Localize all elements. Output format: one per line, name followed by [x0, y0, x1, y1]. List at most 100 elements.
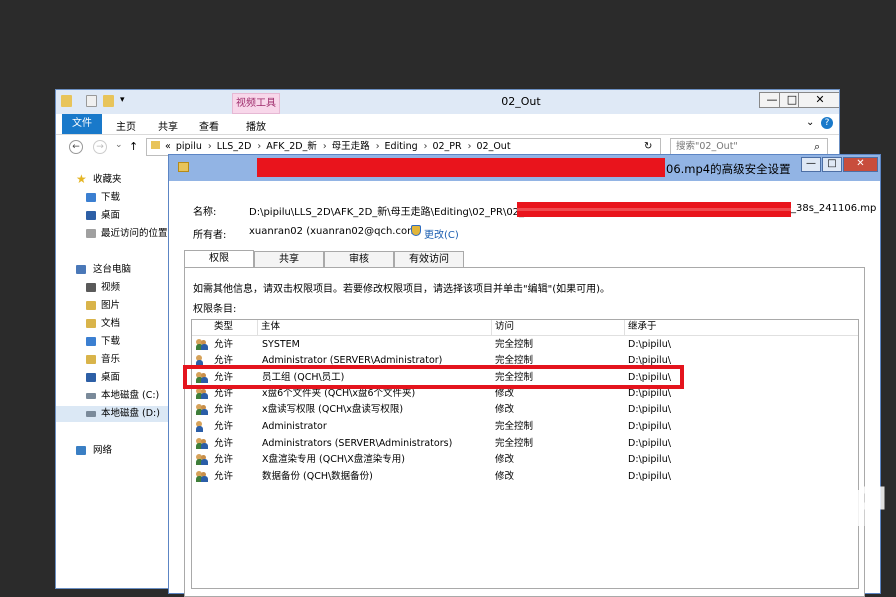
back-button[interactable]: ←	[69, 140, 83, 154]
cell-inherited: D:\pipilu\	[628, 438, 671, 449]
breadcrumb-separator[interactable]: ›	[468, 141, 472, 152]
address-prefix: «	[165, 141, 171, 152]
table-row[interactable]: 允许 SYSTEM 完全控制 D:\pipilu\	[192, 337, 858, 353]
ribbon-tab-bar: 文件 主页 共享 查看 播放 ⌄ ?	[56, 114, 839, 135]
cell-access: 修改	[495, 454, 515, 465]
cell-inherited: D:\pipilu\	[628, 421, 671, 432]
tab-share[interactable]: 共享	[158, 118, 178, 133]
nav-item-recent[interactable]: 最近访问的位置	[56, 226, 169, 242]
table-row[interactable]: 允许 数据备份 (QCH\数据备份) 修改 D:\pipilu\	[192, 469, 858, 485]
table-row[interactable]: 允许 Administrator 完全控制 D:\pipilu\	[192, 419, 858, 435]
breadcrumb-segment[interactable]: AFK_2D_新	[266, 141, 317, 152]
nav-label: 本地磁盘 (D:)	[101, 408, 160, 419]
nav-this-pc[interactable]: 这台电脑	[56, 262, 169, 278]
breadcrumb-separator[interactable]: ›	[424, 141, 428, 152]
explorer-close-button[interactable]: ✕	[798, 92, 839, 108]
cell-inherited: D:\pipilu\	[628, 339, 671, 350]
breadcrumb-segment[interactable]: 母王走路	[332, 141, 370, 152]
download-folder-icon	[86, 193, 96, 202]
documents-folder-icon	[86, 319, 96, 328]
column-header-access[interactable]: 访问	[492, 320, 625, 335]
explorer-titlebar[interactable]: ▾ 视频工具 02_Out — □ ✕	[56, 90, 839, 114]
nav-item-videos[interactable]: 视频	[56, 280, 169, 296]
nav-item-desktop[interactable]: 桌面	[56, 208, 169, 224]
dialog-maximize-button[interactable]: □	[822, 157, 842, 172]
column-header-inherited[interactable]: 继承于	[625, 320, 858, 335]
tab-effective-access[interactable]: 有效访问	[394, 251, 464, 267]
nav-label: 这台电脑	[93, 264, 132, 275]
tab-audit[interactable]: 审核	[324, 251, 394, 267]
breadcrumb-separator[interactable]: ›	[257, 141, 261, 152]
tab-permissions[interactable]: 权限	[184, 250, 254, 267]
nav-item-pc-downloads[interactable]: 下载	[56, 334, 169, 350]
redacted-filename	[257, 158, 665, 177]
search-icon[interactable]: ⌕	[814, 140, 820, 154]
breadcrumb-segment[interactable]: pipilu	[176, 141, 202, 152]
nav-favorites[interactable]: ★ 收藏夹	[56, 172, 169, 188]
chiphell-logo	[795, 474, 885, 574]
instruction-text: 如需其他信息，请双击权限项目。若要修改权限项目，请选择该项目并单击"编辑"(如果…	[193, 284, 611, 295]
recent-places-icon	[86, 229, 96, 238]
breadcrumb-separator[interactable]: ›	[376, 141, 380, 152]
forward-button[interactable]: →	[93, 140, 107, 154]
nav-label: 桌面	[101, 210, 121, 221]
breadcrumb-separator[interactable]: ›	[208, 141, 212, 152]
tab-share[interactable]: 共享	[254, 251, 324, 267]
users-group-icon	[196, 471, 208, 482]
nav-item-pictures[interactable]: 图片	[56, 298, 169, 314]
tab-home[interactable]: 主页	[116, 118, 136, 133]
tab-play[interactable]: 播放	[246, 118, 266, 133]
change-owner-link[interactable]: 更改(C)	[424, 226, 459, 241]
nav-item-documents[interactable]: 文档	[56, 316, 169, 332]
properties-icon[interactable]	[86, 95, 97, 107]
folder-icon	[61, 95, 72, 107]
table-row[interactable]: 允许 x盘读写权限 (QCH\x盘读写权限) 修改 D:\pipilu\	[192, 402, 858, 418]
cell-principal: Administrator	[262, 421, 327, 432]
cell-principal: SYSTEM	[262, 339, 300, 350]
dialog-minimize-button[interactable]: —	[801, 157, 821, 172]
users-group-icon	[196, 339, 208, 350]
drive-icon	[86, 393, 96, 399]
nav-item-music[interactable]: 音乐	[56, 352, 169, 368]
column-header-principal[interactable]: 主体	[258, 320, 492, 335]
nav-network[interactable]: 网络	[56, 443, 169, 459]
nav-label: 图片	[101, 300, 121, 311]
header-divider	[192, 335, 858, 336]
column-header-type[interactable]: 类型	[192, 320, 258, 335]
nav-label: 下载	[101, 336, 121, 347]
breadcrumb-segment[interactable]: LLS_2D	[217, 141, 252, 152]
up-button[interactable]: ↑	[129, 140, 138, 153]
breadcrumb-segment[interactable]: 02_Out	[476, 141, 510, 152]
cell-inherited: D:\pipilu\	[628, 471, 671, 482]
dialog-titlebar[interactable]: 06.mp4的高级安全设置 — □ ✕	[169, 155, 880, 181]
navigation-pane: ★ 收藏夹 下载 桌面 最近访问的位置 这台电脑 视频 图片 文档 下载 音乐 …	[56, 162, 170, 588]
cell-principal: X盘渲染专用 (QCH\X盘渲染专用)	[262, 454, 405, 465]
nav-item-drive-c[interactable]: 本地磁盘 (C:)	[56, 388, 169, 404]
new-folder-icon[interactable]	[103, 95, 114, 107]
nav-item-drive-d[interactable]: 本地磁盘 (D:)	[56, 406, 169, 422]
cell-access: 完全控制	[495, 421, 534, 432]
video-tools-context-tab[interactable]: 视频工具	[232, 93, 280, 114]
table-row[interactable]: 允许 X盘渲染专用 (QCH\X盘渲染专用) 修改 D:\pipilu\	[192, 452, 858, 468]
nav-item-pc-desktop[interactable]: 桌面	[56, 370, 169, 386]
entries-label: 权限条目:	[193, 304, 237, 315]
quick-access-dropdown-icon[interactable]: ▾	[120, 95, 125, 105]
tab-view[interactable]: 查看	[199, 118, 219, 133]
cell-type: 允许	[214, 438, 234, 449]
history-dropdown-icon[interactable]: ⌄	[115, 140, 123, 150]
breadcrumb-segment[interactable]: 02_PR	[432, 141, 461, 152]
file-tab[interactable]: 文件	[62, 114, 102, 134]
breadcrumb-segment[interactable]: Editing	[385, 141, 418, 152]
nav-label: 音乐	[101, 354, 121, 365]
breadcrumb-separator[interactable]: ›	[323, 141, 327, 152]
refresh-icon[interactable]: ↻	[644, 141, 652, 152]
table-row[interactable]: 允许 Administrators (SERVER\Administrators…	[192, 436, 858, 452]
name-label: 名称:	[193, 207, 217, 218]
help-icon[interactable]: ?	[821, 117, 833, 129]
nav-item-downloads[interactable]: 下载	[56, 190, 169, 206]
cell-type: 允许	[214, 454, 234, 465]
dialog-close-button[interactable]: ✕	[843, 157, 878, 172]
pictures-folder-icon	[86, 301, 96, 310]
cell-principal: 数据备份 (QCH\数据备份)	[262, 471, 373, 482]
ribbon-expand-icon[interactable]: ⌄	[806, 117, 814, 128]
